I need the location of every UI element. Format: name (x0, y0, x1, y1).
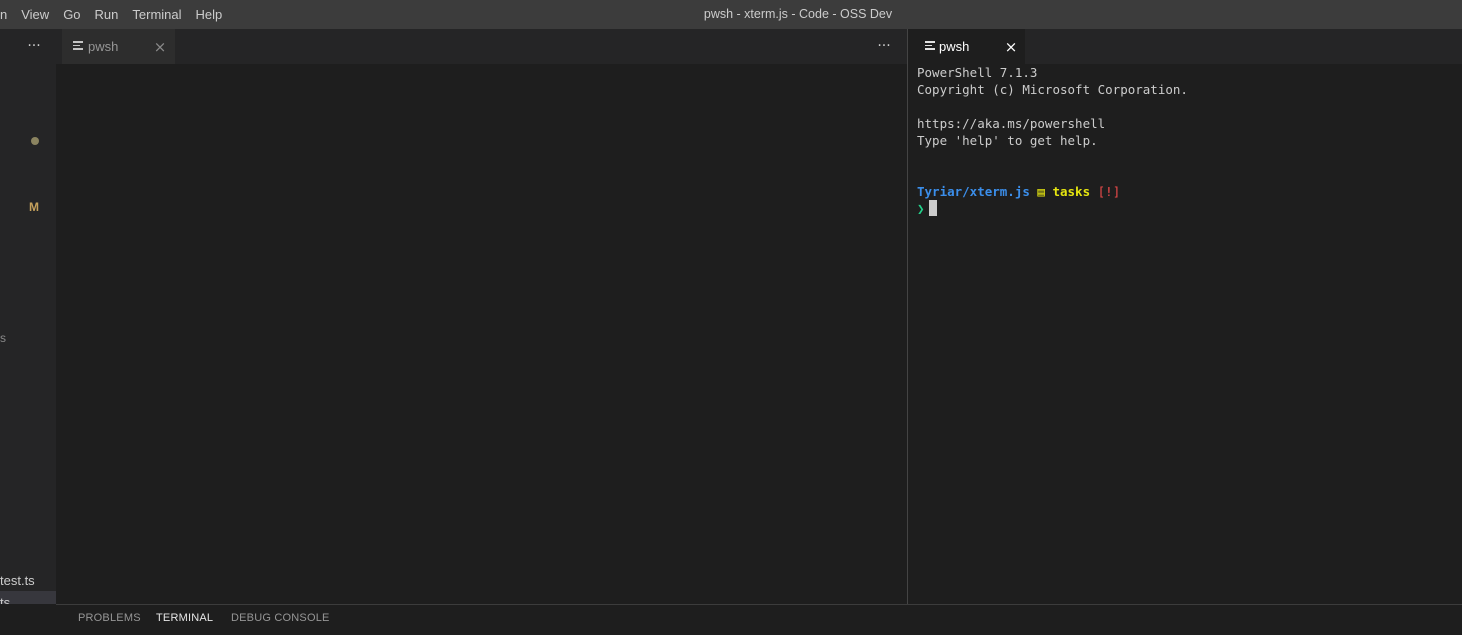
terminal-line: Copyright (c) Microsoft Corporation. (917, 82, 1188, 97)
sidebar-file-item[interactable]: test.ts (0, 573, 35, 588)
tab-label: pwsh (88, 39, 119, 54)
editor-area[interactable] (56, 64, 907, 604)
unsaved-dot-icon (31, 137, 39, 145)
prompt-branch: tasks (1052, 184, 1091, 199)
tab-label: pwsh (939, 39, 970, 54)
input-line[interactable]: ❯ (917, 200, 1462, 217)
terminal-link[interactable]: https://aka.ms/powershell (917, 115, 1462, 132)
terminal-output[interactable]: PowerShell 7.1.3 Copyright (c) Microsoft… (908, 64, 1462, 604)
modified-badge: M (29, 200, 39, 214)
terminal-icon (925, 41, 935, 50)
tab-pwsh-active[interactable]: pwsh × (908, 29, 1025, 64)
menu-item-run[interactable]: Run (88, 0, 126, 29)
sidebar-fragment: s (0, 331, 6, 345)
menu-item-selection-cut[interactable]: n (0, 0, 14, 29)
tab-problems[interactable]: PROBLEMS (78, 612, 141, 624)
tab-terminal[interactable]: TERMINAL (156, 612, 213, 624)
editor-more-actions-icon[interactable]: ··· (873, 35, 895, 57)
menu-item-view[interactable]: View (14, 0, 56, 29)
terminal-line: Type 'help' to get help. (917, 133, 1098, 148)
branch-icon: ▤ (1037, 184, 1045, 199)
prompt-arrow-icon: ❯ (917, 201, 925, 216)
tab-pwsh[interactable]: pwsh × (62, 29, 175, 64)
menu-bar: n View Go Run Terminal Help (0, 0, 229, 29)
sidebar-more-actions-icon[interactable]: ··· (24, 34, 44, 58)
close-icon[interactable]: × (1003, 39, 1019, 55)
sidebar: ··· M s test.ts ts s (0, 29, 56, 604)
close-icon[interactable]: × (152, 39, 168, 55)
tab-debug-console[interactable]: DEBUG CONSOLE (231, 612, 330, 624)
menu-item-help[interactable]: Help (189, 0, 230, 29)
prompt-status: [!] (1097, 184, 1121, 199)
terminal-cursor (928, 200, 937, 216)
menu-item-terminal[interactable]: Terminal (125, 0, 188, 29)
editor-tabs-bar (56, 29, 907, 64)
terminal-line: PowerShell 7.1.3 (917, 65, 1038, 80)
prompt-path: Tyriar/xterm.js (917, 184, 1030, 199)
prompt-line: Tyriar/xterm.js ▤ tasks [!] (917, 183, 1462, 200)
terminal-icon (73, 41, 83, 50)
sidebar-file-item[interactable]: ts (0, 595, 10, 604)
menu-item-go[interactable]: Go (56, 0, 87, 29)
